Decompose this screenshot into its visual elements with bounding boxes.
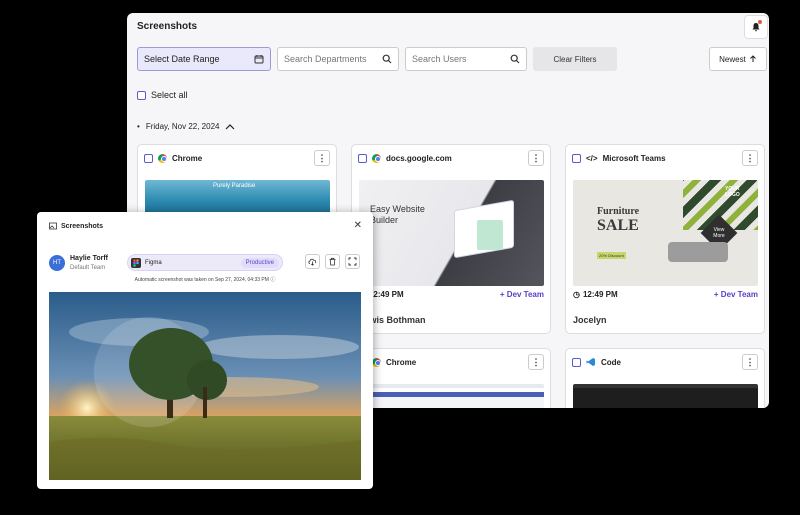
notification-button[interactable] (744, 15, 768, 39)
card-team: + Dev Team (499, 290, 544, 299)
card-time: 12:49 PM (368, 290, 404, 299)
app-name: Figma (145, 259, 162, 266)
checkbox[interactable] (137, 90, 146, 100)
select-all-label: Select all (151, 90, 188, 100)
card-checkbox[interactable] (572, 153, 581, 163)
avatar: HT (49, 255, 65, 271)
info-icon: ⓘ (270, 277, 276, 283)
screenshot-thumbnail[interactable]: Purely Paradise (145, 180, 330, 214)
card-app-name: Code (601, 357, 621, 367)
fullscreen-button[interactable] (345, 254, 360, 269)
more-options-button[interactable]: ⋮ (314, 150, 330, 166)
screenshot-thumbnail[interactable] (573, 384, 758, 408)
sofa-graphic (668, 242, 728, 262)
chrome-icon (158, 153, 167, 163)
code-tag-icon: </> (586, 153, 598, 163)
date-range-picker[interactable]: Select Date Range (137, 47, 271, 71)
card-app-name: Chrome (172, 153, 203, 163)
screenshot-preview-modal: Screenshots ✕ HT Haylie Torff Default Te… (37, 212, 373, 489)
page-title: Screenshots (137, 21, 198, 32)
calendar-icon (254, 55, 264, 64)
search-icon (510, 54, 520, 64)
card-app-name: Microsoft Teams (602, 153, 666, 163)
date-range-label: Select Date Range (144, 54, 220, 64)
image-icon (49, 222, 57, 230)
sort-label: Newest (719, 54, 746, 64)
screenshot-thumbnail[interactable]: Easy Website Builder (359, 180, 544, 286)
chrome-icon (372, 357, 381, 367)
card-checkbox[interactable] (572, 357, 581, 367)
more-options-button[interactable]: ⋮ (742, 354, 758, 370)
thumbnail-text: Furniture (597, 206, 640, 217)
card-header: Chrome ⋮ (138, 145, 336, 171)
card-meta: ◷12:49 PM + Dev Team (359, 290, 544, 299)
screenshot-image (49, 292, 361, 480)
card-app-name: Chrome (386, 357, 417, 367)
screenshot-caption: Automatic screenshot was taken on Sep 27… (37, 276, 373, 283)
thumbnail-text: SALE (597, 217, 639, 234)
expand-icon (348, 257, 357, 266)
status-badge: Productive (240, 257, 279, 268)
sort-newest-button[interactable]: Newest (709, 47, 767, 71)
date-group-header[interactable]: • Friday, Nov 22, 2024 (137, 122, 235, 131)
caption-text: Automatic screenshot was taken on Sep 27… (134, 277, 269, 283)
clock-icon: ◷ (573, 290, 580, 299)
bullet-icon: • (137, 122, 140, 131)
arrow-up-icon (749, 55, 756, 62)
notification-dot (758, 20, 762, 24)
screenshot-thumbnail[interactable] (359, 384, 544, 408)
card-header: Chrome ⋮ (352, 349, 550, 375)
more-options-button[interactable]: ⋮ (742, 150, 758, 166)
screenshot-thumbnail[interactable]: Furniture SALE YOUR LOGO 20% Discount Vi… (573, 180, 758, 286)
delete-button[interactable] (325, 254, 340, 269)
download-button[interactable] (305, 254, 320, 269)
thumbnail-graphic (477, 220, 503, 250)
app-status-pill: Figma Productive (127, 254, 283, 271)
card-header: docs.google.com ⋮ (352, 145, 550, 171)
department-search-placeholder: Search Departments (284, 54, 367, 64)
cloud-download-icon (308, 258, 317, 266)
users-search-input[interactable]: Search Users (405, 47, 527, 71)
thumbnail-text: YOUR LOGO (725, 186, 740, 198)
date-group-label: Friday, Nov 22, 2024 (145, 122, 220, 131)
screenshot-card[interactable]: </> Microsoft Teams ⋮ Furniture SALE YOU… (565, 144, 765, 334)
user-team: Default Team (70, 265, 106, 271)
user-name: Haylie Torff (70, 255, 108, 262)
chevron-up-icon[interactable] (225, 123, 235, 131)
thumbnail-text: Easy Website Builder (370, 204, 425, 225)
card-meta: ◷12:49 PM + Dev Team (573, 290, 758, 299)
thumbnail-text: Purely Paradise (213, 183, 256, 189)
card-team: + Dev Team (713, 290, 758, 299)
users-search-placeholder: Search Users (412, 54, 467, 64)
card-time: 12:49 PM (582, 290, 618, 299)
clear-filters-button[interactable]: Clear Filters (533, 47, 617, 71)
screenshot-card[interactable]: Chrome ⋮ (351, 348, 551, 408)
screenshot-card[interactable]: Code ⋮ (565, 348, 765, 408)
trash-icon (329, 257, 336, 266)
modal-title: Screenshots (49, 222, 103, 230)
thumbnail-text: 20% Discount (597, 252, 626, 259)
card-checkbox[interactable] (358, 153, 367, 163)
select-all-checkbox[interactable]: Select all (137, 90, 188, 100)
chrome-icon (372, 153, 381, 163)
close-icon[interactable]: ✕ (354, 220, 362, 231)
more-options-button[interactable]: ⋮ (528, 150, 544, 166)
figma-icon (131, 257, 141, 268)
card-header: </> Microsoft Teams ⋮ (566, 145, 764, 171)
department-search-input[interactable]: Search Departments (277, 47, 399, 71)
vscode-icon (586, 358, 595, 366)
card-checkbox[interactable] (144, 153, 153, 163)
more-options-button[interactable]: ⋮ (528, 354, 544, 370)
modal-title-text: Screenshots (61, 222, 104, 230)
card-app-name: docs.google.com (386, 153, 452, 163)
screenshot-card[interactable]: docs.google.com ⋮ Easy Website Builder ◷… (351, 144, 551, 334)
card-user: Jocelyn (573, 315, 607, 325)
thumbnail-text: View More (713, 227, 725, 239)
card-header: Code ⋮ (566, 349, 764, 375)
search-icon (382, 54, 392, 64)
